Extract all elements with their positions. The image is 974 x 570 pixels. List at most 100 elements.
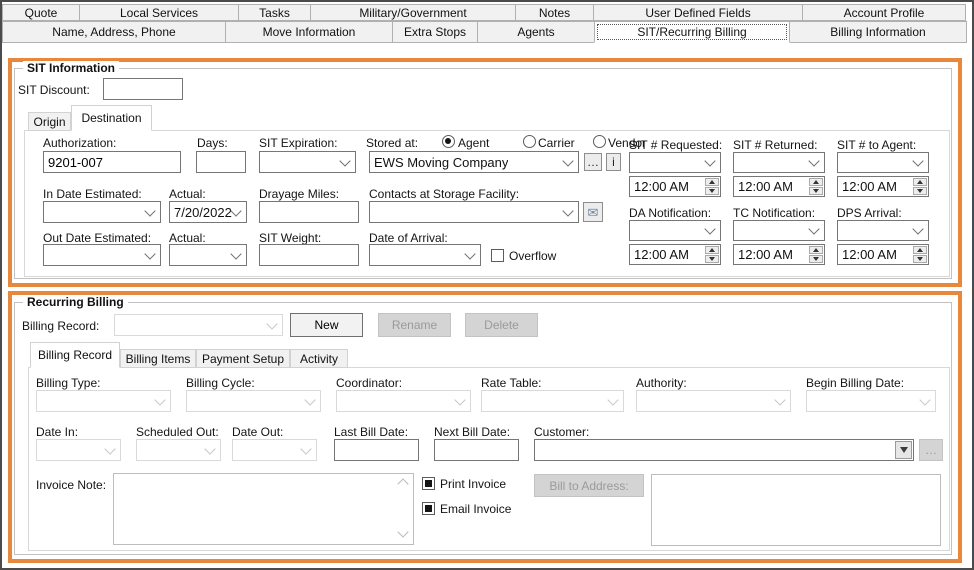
subtab-payment-setup[interactable]: Payment Setup: [196, 349, 290, 368]
da-notification-combo[interactable]: [629, 220, 721, 241]
subtab-origin[interactable]: Origin: [28, 112, 71, 131]
chevron-down-icon: [562, 154, 574, 167]
customer-browse-button[interactable]: …: [919, 439, 943, 461]
tab-quote[interactable]: Quote: [2, 4, 80, 21]
tab-military-government[interactable]: Military/Government: [310, 4, 516, 21]
recurring-billing-title: Recurring Billing: [23, 295, 128, 309]
billing-cycle-combo[interactable]: [186, 390, 321, 412]
out-date-actual-combo[interactable]: [169, 244, 247, 266]
tab-sit-recurring-billing[interactable]: SIT/Recurring Billing: [594, 21, 790, 43]
chevron-down-icon: [808, 155, 820, 167]
stored-at-vendor-radio[interactable]: [593, 135, 606, 148]
in-date-estimated-combo[interactable]: [43, 201, 161, 223]
days-input[interactable]: [196, 151, 246, 173]
date-of-arrival-combo[interactable]: [369, 244, 481, 266]
billing-type-combo[interactable]: [36, 390, 171, 412]
spin-down-icon[interactable]: [809, 255, 823, 263]
subtab-activity[interactable]: Activity: [290, 349, 348, 368]
drayage-miles-input[interactable]: [259, 201, 359, 223]
new-button[interactable]: New: [290, 313, 363, 337]
tab-billing-information[interactable]: Billing Information: [789, 21, 967, 43]
invoice-note-textarea[interactable]: [113, 473, 414, 545]
rate-table-combo[interactable]: [481, 390, 624, 412]
contacts-storage-combo[interactable]: [369, 201, 579, 223]
print-invoice-checkbox[interactable]: [422, 477, 435, 490]
spin-down-icon[interactable]: [705, 187, 719, 195]
spin-up-icon[interactable]: [809, 246, 823, 254]
authority-combo[interactable]: [636, 390, 791, 412]
tab-extra-stops[interactable]: Extra Stops: [392, 21, 478, 43]
storage-company-info-button[interactable]: i: [606, 153, 621, 171]
tab-name-address-phone[interactable]: Name, Address, Phone: [2, 21, 226, 43]
bill-to-address-textarea[interactable]: [651, 474, 941, 546]
next-bill-date-input[interactable]: [434, 439, 519, 461]
scheduled-out-label: Scheduled Out:: [136, 425, 219, 439]
authorization-input[interactable]: [43, 151, 181, 173]
spin-up-icon[interactable]: [913, 178, 927, 186]
sit-returned-combo[interactable]: [733, 152, 825, 173]
stored-at-agent-radio[interactable]: [442, 135, 455, 148]
tab-user-defined-fields[interactable]: User Defined Fields: [593, 4, 803, 21]
last-bill-date-input[interactable]: [334, 439, 419, 461]
billing-record-panel: Billing Type: Billing Cycle: Coordinator…: [28, 367, 950, 551]
tab-agents[interactable]: Agents: [477, 21, 595, 43]
dps-arrival-time[interactable]: 12:00 AM: [837, 244, 929, 265]
storage-company-combo[interactable]: EWS Moving Company: [369, 151, 579, 173]
subtab-billing-record[interactable]: Billing Record: [30, 342, 120, 368]
dropdown-button[interactable]: [895, 441, 912, 459]
customer-combo[interactable]: [534, 439, 914, 461]
in-date-actual-combo[interactable]: 7/20/2022: [169, 201, 247, 223]
begin-billing-date-combo[interactable]: [806, 390, 936, 412]
tab-local-services[interactable]: Local Services: [79, 4, 239, 21]
sit-to-agent-label: SIT # to Agent:: [837, 138, 917, 152]
tab-account-profile[interactable]: Account Profile: [802, 4, 966, 21]
spin-down-icon[interactable]: [913, 187, 927, 195]
overflow-checkbox[interactable]: [491, 249, 504, 262]
stored-at-carrier-radio[interactable]: [523, 135, 536, 148]
bill-to-address-button[interactable]: Bill to Address:: [534, 474, 644, 497]
email-contact-button[interactable]: ✉: [583, 202, 603, 222]
email-invoice-checkbox[interactable]: [422, 502, 435, 515]
chevron-down-icon: [704, 223, 716, 235]
subtab-billing-items[interactable]: Billing Items: [120, 349, 196, 368]
da-notification-time[interactable]: 12:00 AM: [629, 244, 721, 265]
tab-notes[interactable]: Notes: [515, 4, 594, 21]
tc-notification-combo[interactable]: [733, 220, 825, 241]
out-date-estimated-combo[interactable]: [43, 244, 161, 266]
authorization-label: Authorization:: [43, 136, 117, 150]
spin-down-icon[interactable]: [913, 255, 927, 263]
sit-requested-time[interactable]: 12:00 AM: [629, 176, 721, 197]
chevron-down-icon: [230, 204, 242, 217]
tc-notification-time[interactable]: 12:00 AM: [733, 244, 825, 265]
sit-expiration-combo[interactable]: [259, 151, 356, 173]
out-date-estimated-label: Out Date Estimated:: [43, 231, 152, 245]
sit-to-agent-combo[interactable]: [837, 152, 929, 173]
rename-button[interactable]: Rename: [378, 313, 451, 337]
coordinator-combo[interactable]: [336, 390, 471, 412]
scheduled-out-combo[interactable]: [136, 439, 221, 461]
spin-up-icon[interactable]: [705, 178, 719, 186]
date-in-combo[interactable]: [36, 439, 121, 461]
tc-notification-label: TC Notification:: [733, 206, 816, 220]
sit-requested-combo[interactable]: [629, 152, 721, 173]
billing-record-combo[interactable]: [114, 314, 283, 336]
spin-up-icon[interactable]: [913, 246, 927, 254]
dps-arrival-combo[interactable]: [837, 220, 929, 241]
subtab-destination[interactable]: Destination: [71, 105, 152, 131]
sit-expiration-label: SIT Expiration:: [259, 136, 338, 150]
sit-weight-input[interactable]: [259, 244, 359, 266]
sit-returned-time[interactable]: 12:00 AM: [733, 176, 825, 197]
date-out-combo[interactable]: [232, 439, 317, 461]
tab-move-information[interactable]: Move Information: [225, 21, 393, 43]
delete-button[interactable]: Delete: [465, 313, 538, 337]
tab-tasks[interactable]: Tasks: [238, 4, 311, 21]
spin-down-icon[interactable]: [809, 187, 823, 195]
sit-discount-input[interactable]: [103, 78, 183, 100]
storage-company-browse-button[interactable]: …: [584, 153, 602, 171]
scroll-down-icon[interactable]: [397, 526, 409, 538]
spin-up-icon[interactable]: [705, 246, 719, 254]
spin-down-icon[interactable]: [705, 255, 719, 263]
sit-to-agent-time[interactable]: 12:00 AM: [837, 176, 929, 197]
scroll-up-icon[interactable]: [397, 478, 409, 490]
spin-up-icon[interactable]: [809, 178, 823, 186]
